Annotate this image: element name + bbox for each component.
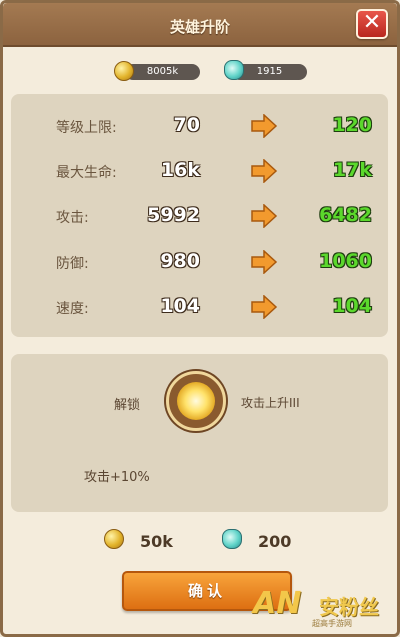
gem-icon (222, 529, 242, 549)
coin-balance: 8005k (146, 66, 179, 77)
stat-current-speed: 104 (160, 295, 200, 317)
skill-glow-icon (177, 382, 215, 420)
arrow-right-icon (251, 159, 278, 183)
cost-gems: 200 (258, 532, 292, 551)
gem-balance: 1915 (256, 66, 283, 77)
stat-label-level-cap: 等级上限: (56, 120, 117, 136)
stat-label-attack: 攻击: (56, 210, 89, 226)
stat-next-max-hp: 17k (332, 159, 372, 181)
stat-label-speed: 速度: (56, 301, 89, 317)
coin-icon (114, 61, 134, 81)
arrow-right-icon (251, 250, 278, 274)
stat-current-level-cap: 70 (173, 114, 200, 136)
stat-label-defense: 防御: (56, 256, 89, 272)
skill-orb[interactable] (166, 371, 226, 431)
watermark-logo: AN (253, 586, 302, 621)
unlock-skill-name: 攻击上升III (241, 396, 300, 410)
gem-icon (224, 60, 244, 80)
stat-next-level-cap: 120 (332, 114, 372, 136)
stat-current-defense: 980 (160, 250, 200, 272)
arrow-right-icon (251, 204, 278, 228)
arrow-right-icon (251, 114, 278, 138)
coin-balance-bar: 8005k (125, 64, 200, 80)
arrow-right-icon (251, 295, 278, 319)
stat-next-defense: 1060 (319, 250, 372, 272)
unlock-label: 解锁 (114, 398, 141, 413)
stat-label-max-hp: 最大生命: (56, 165, 117, 181)
unlock-bonus: 攻击+10% (84, 470, 150, 485)
stat-next-speed: 104 (332, 295, 372, 317)
dialog-header: 英雄升阶 (3, 3, 397, 47)
coin-icon (104, 529, 124, 549)
cost-coins: 50k (140, 532, 173, 551)
stat-current-max-hp: 16k (160, 159, 200, 181)
stat-current-attack: 5992 (147, 204, 200, 226)
dialog-title: 英雄升阶 (169, 18, 230, 36)
close-button[interactable]: ✕ (356, 9, 388, 39)
watermark-text: 安粉丝 (319, 595, 379, 619)
stat-next-attack: 6482 (319, 204, 372, 226)
watermark-subtext: 超高手游网 (312, 619, 352, 628)
